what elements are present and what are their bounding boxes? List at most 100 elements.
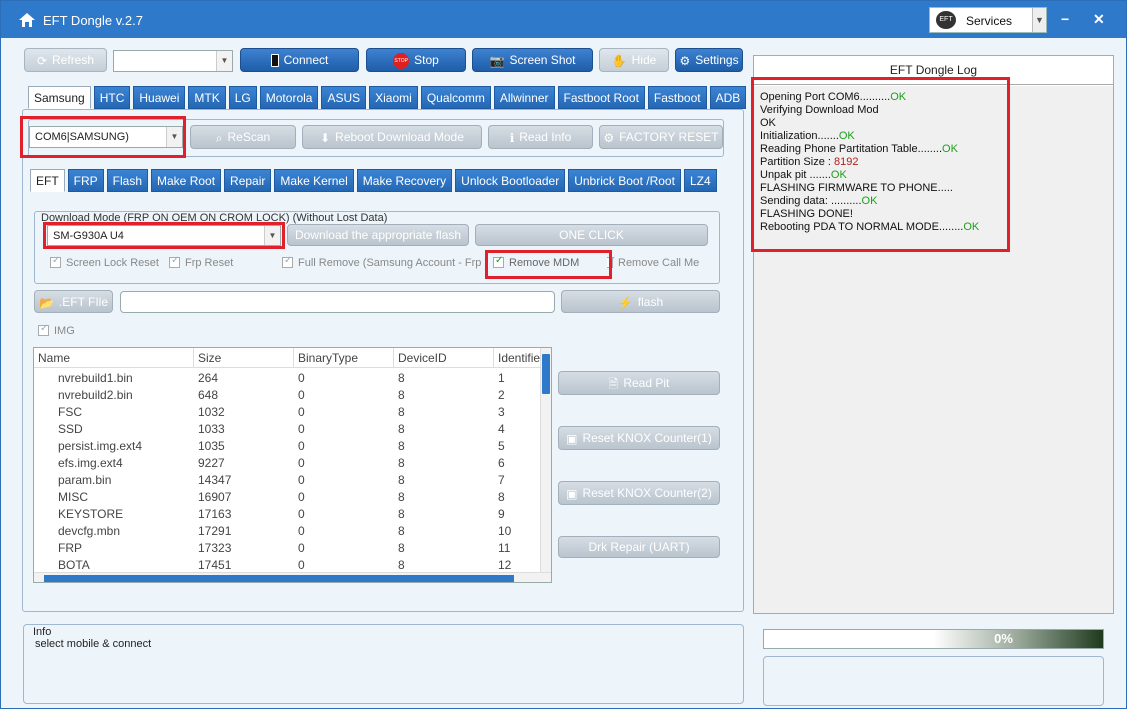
remove-mdm-checkbox[interactable]: Remove MDM bbox=[493, 255, 579, 269]
read-pit-button[interactable]: 🗎 Read Pit bbox=[558, 371, 720, 395]
tab-lz4[interactable]: LZ4 bbox=[683, 169, 717, 192]
tab-make-recovery[interactable]: Make Recovery bbox=[356, 169, 453, 192]
column-name[interactable]: Name bbox=[34, 348, 194, 368]
tab-allwinner[interactable]: Allwinner bbox=[493, 86, 555, 109]
table-cell: 8 bbox=[398, 507, 405, 521]
screen-lock-label: Screen Lock Reset bbox=[66, 257, 159, 269]
one-click-button[interactable]: ONE CLICK bbox=[475, 224, 708, 246]
table-row[interactable]: MISC 16907 0 8 8 bbox=[34, 489, 543, 506]
full-remove-label: Full Remove (Samsung Account - Frp ) bbox=[298, 257, 489, 269]
flash-button[interactable]: ⚡ flash bbox=[561, 290, 720, 313]
log-line: Initialization.......OK bbox=[760, 130, 855, 142]
tab-eft[interactable]: EFT bbox=[30, 169, 65, 192]
download-flash-button[interactable]: Download the appropriate flash bbox=[287, 224, 469, 246]
checkbox-icon bbox=[493, 255, 504, 268]
tab-make-root[interactable]: Make Root bbox=[151, 169, 222, 192]
reset-knox-1-button[interactable]: ▣ Reset KNOX Counter(1) bbox=[558, 426, 720, 450]
factory-reset-button[interactable]: ⚙ FACTORY RESET bbox=[599, 125, 723, 149]
table-cell: 0 bbox=[298, 422, 305, 436]
rescan-button[interactable]: ⌕ ReScan bbox=[190, 125, 296, 149]
tab-repair[interactable]: Repair bbox=[224, 169, 272, 192]
vertical-scrollbar[interactable] bbox=[540, 348, 551, 574]
device-select[interactable]: ▼ bbox=[113, 50, 233, 72]
reboot-download-button[interactable]: ⬇ Reboot Download Mode bbox=[302, 125, 482, 149]
scroll-thumb[interactable] bbox=[44, 575, 514, 582]
table-row[interactable]: FSC 1032 0 8 3 bbox=[34, 404, 543, 421]
table-cell: 3 bbox=[498, 405, 505, 419]
tab-unbrick-boot[interactable]: Unbrick Boot /Root bbox=[568, 169, 681, 192]
tab-asus[interactable]: ASUS bbox=[321, 86, 367, 109]
chevron-down-icon[interactable]: ▼ bbox=[1032, 8, 1046, 32]
port-select[interactable]: COM6|SAMSUNG) ▼ bbox=[29, 126, 183, 148]
column-device-id[interactable]: DeviceID bbox=[394, 348, 494, 368]
log-line: Rebooting PDA TO NORMAL MODE........OK bbox=[760, 221, 979, 233]
table-row[interactable]: param.bin 14347 0 8 7 bbox=[34, 472, 543, 489]
screen-lock-checkbox[interactable]: Screen Lock Reset bbox=[50, 255, 159, 269]
tab-lg[interactable]: LG bbox=[228, 86, 257, 109]
img-label: IMG bbox=[54, 325, 75, 337]
stop-button[interactable]: STOP Stop bbox=[366, 48, 466, 72]
tab-motorola[interactable]: Motorola bbox=[259, 86, 319, 109]
connect-button[interactable]: Connect bbox=[240, 48, 359, 72]
tab-fastboot[interactable]: Fastboot bbox=[647, 86, 707, 109]
minimize-button[interactable]: − bbox=[1061, 11, 1069, 27]
table-row[interactable]: efs.img.ext4 9227 0 8 6 bbox=[34, 455, 543, 472]
table-row[interactable]: SSD 1033 0 8 4 bbox=[34, 421, 543, 438]
read-info-button[interactable]: ℹ Read Info bbox=[488, 125, 593, 149]
screenshot-label: Screen Shot bbox=[509, 53, 576, 67]
drk-repair-button[interactable]: Drk Repair (UART) bbox=[558, 536, 720, 558]
tab-htc[interactable]: HTC bbox=[93, 86, 131, 109]
scroll-thumb[interactable] bbox=[542, 354, 550, 394]
tab-samsung[interactable]: Samsung bbox=[28, 86, 91, 109]
refresh-button[interactable]: ⟳ Refresh bbox=[24, 48, 107, 72]
tab-xiaomi[interactable]: Xiaomi bbox=[369, 86, 418, 109]
table-cell: 8 bbox=[398, 490, 405, 504]
log-status: OK bbox=[942, 143, 958, 155]
horizontal-scrollbar[interactable] bbox=[34, 572, 551, 582]
chip-icon: ▣ bbox=[566, 486, 578, 501]
table-cell: FRP bbox=[58, 541, 82, 555]
column-binary-type[interactable]: BinaryType bbox=[294, 348, 394, 368]
log-status: OK bbox=[963, 221, 980, 233]
log-line: FLASHING FIRMWARE TO PHONE..... bbox=[760, 182, 953, 194]
img-checkbox[interactable]: IMG bbox=[38, 323, 75, 337]
reset-knox-2-button[interactable]: ▣ Reset KNOX Counter(2) bbox=[558, 481, 720, 505]
tab-adb[interactable]: ADB bbox=[709, 86, 747, 109]
services-dropdown[interactable]: EFT Services ▼ bbox=[929, 7, 1047, 33]
remove-call-checkbox[interactable]: Remove Call Me bbox=[607, 255, 700, 269]
table-row[interactable]: FRP 17323 0 8 11 bbox=[34, 540, 543, 557]
table-cell: 8 bbox=[398, 473, 405, 487]
full-remove-checkbox[interactable]: Full Remove (Samsung Account - Frp ) bbox=[282, 255, 489, 269]
tab-fastboot-root[interactable]: Fastboot Root bbox=[557, 86, 645, 109]
table-cell: 8 bbox=[398, 388, 405, 402]
file-path-input[interactable] bbox=[120, 291, 555, 313]
tab-make-kernel[interactable]: Make Kernel bbox=[274, 169, 354, 192]
log-text: Partition Size : bbox=[760, 156, 834, 168]
log-line: Partition Size : 8192 bbox=[760, 156, 858, 168]
one-click-label: ONE CLICK bbox=[559, 228, 624, 242]
table-cell: 8 bbox=[398, 456, 405, 470]
model-select[interactable]: SM-G930A U4 ▼ bbox=[47, 225, 281, 246]
tab-mtk[interactable]: MTK bbox=[188, 86, 226, 109]
frp-reset-checkbox[interactable]: Frp Reset bbox=[169, 255, 233, 269]
settings-button[interactable]: ⚙ Settings bbox=[675, 48, 743, 72]
function-tabs: EFT FRP Flash Make Root Repair Make Kern… bbox=[30, 169, 720, 192]
table-row[interactable]: nvrebuild2.bin 648 0 8 2 bbox=[34, 387, 543, 404]
screenshot-button[interactable]: 📷 Screen Shot bbox=[472, 48, 593, 72]
table-row[interactable]: KEYSTORE 17163 0 8 9 bbox=[34, 506, 543, 523]
eft-file-button[interactable]: 📂 .EFT FIle bbox=[34, 290, 113, 313]
remove-call-label: Remove Call Me bbox=[618, 257, 700, 269]
table-cell: 9 bbox=[498, 507, 505, 521]
tab-frp[interactable]: FRP bbox=[67, 169, 104, 192]
tab-unlock-bootloader[interactable]: Unlock Bootloader bbox=[455, 169, 566, 192]
column-size[interactable]: Size bbox=[194, 348, 294, 368]
tab-huawei[interactable]: Huawei bbox=[133, 86, 186, 109]
tab-flash[interactable]: Flash bbox=[106, 169, 149, 192]
hide-button[interactable]: ✋ Hide bbox=[599, 48, 669, 72]
close-button[interactable]: ✕ bbox=[1093, 11, 1105, 28]
table-row[interactable]: persist.img.ext4 1035 0 8 5 bbox=[34, 438, 543, 455]
table-row[interactable]: nvrebuild1.bin 264 0 8 1 bbox=[34, 370, 543, 387]
table-cell: 8 bbox=[398, 405, 405, 419]
tab-qualcomm[interactable]: Qualcomm bbox=[420, 86, 491, 109]
table-row[interactable]: devcfg.mbn 17291 0 8 10 bbox=[34, 523, 543, 540]
